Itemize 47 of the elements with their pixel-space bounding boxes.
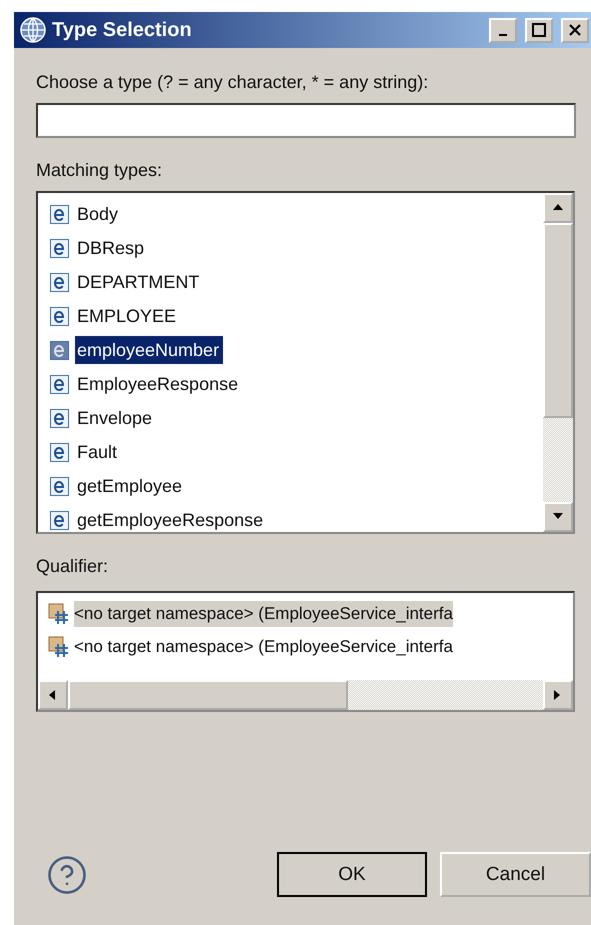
- element-icon: [50, 408, 69, 428]
- element-icon: [50, 340, 69, 360]
- type-item[interactable]: EmployeeResponse: [75, 370, 242, 398]
- minimize-icon: [499, 34, 507, 36]
- type-item[interactable]: getEmployee: [75, 472, 186, 500]
- element-icon: [50, 306, 69, 326]
- type-item[interactable]: EMPLOYEE: [75, 302, 180, 330]
- globe-icon: [20, 17, 46, 43]
- close-icon: [568, 23, 582, 37]
- element-icon: [50, 238, 69, 258]
- element-icon: [50, 272, 69, 292]
- cancel-button[interactable]: Cancel: [440, 852, 591, 897]
- type-item[interactable]: DEPARTMENT: [75, 268, 204, 296]
- namespace-icon: [48, 636, 70, 658]
- filter-field[interactable]: [36, 103, 576, 138]
- element-icon: [50, 476, 69, 496]
- type-item[interactable]: employeeNumber: [75, 336, 224, 364]
- ok-button[interactable]: OK: [277, 852, 427, 897]
- maximize-button[interactable]: [525, 18, 553, 42]
- element-icon: [50, 442, 69, 462]
- scroll-down-button[interactable]: [543, 502, 573, 532]
- namespace-icon: [48, 602, 70, 624]
- type-item[interactable]: Fault: [75, 438, 122, 466]
- element-icon: [50, 204, 69, 224]
- qualifier-item[interactable]: <no target namespace> (EmployeeService_interfa: [74, 634, 453, 660]
- close-button[interactable]: [561, 18, 589, 42]
- element-icon: [50, 374, 69, 394]
- qualifier-item[interactable]: <no target namespace> (EmployeeService_interfa: [74, 600, 453, 626]
- help-icon[interactable]: [46, 854, 88, 896]
- vertical-scrollbar[interactable]: [543, 193, 573, 532]
- filter-label: Choose a type (? = any character, * = any string):: [36, 72, 430, 93]
- type-item[interactable]: getEmployeeResponse: [75, 506, 268, 532]
- maximize-icon: [532, 23, 546, 37]
- minimize-button[interactable]: [489, 18, 517, 42]
- element-icon: [50, 510, 69, 530]
- window-title: Type Selection: [52, 18, 193, 42]
- scroll-thumb[interactable]: [543, 223, 573, 418]
- type-item[interactable]: Body: [75, 200, 122, 228]
- scroll-thumb[interactable]: [68, 680, 348, 710]
- type-item[interactable]: DBResp: [75, 234, 148, 262]
- qualifier-label: Qualifier:: [36, 556, 110, 577]
- matching-types-label: Matching types:: [36, 160, 164, 181]
- horizontal-scrollbar[interactable]: [38, 680, 573, 710]
- scroll-up-button[interactable]: [543, 193, 573, 223]
- scroll-left-button[interactable]: [38, 680, 68, 710]
- type-item[interactable]: Envelope: [75, 404, 156, 432]
- scroll-right-button[interactable]: [543, 680, 573, 710]
